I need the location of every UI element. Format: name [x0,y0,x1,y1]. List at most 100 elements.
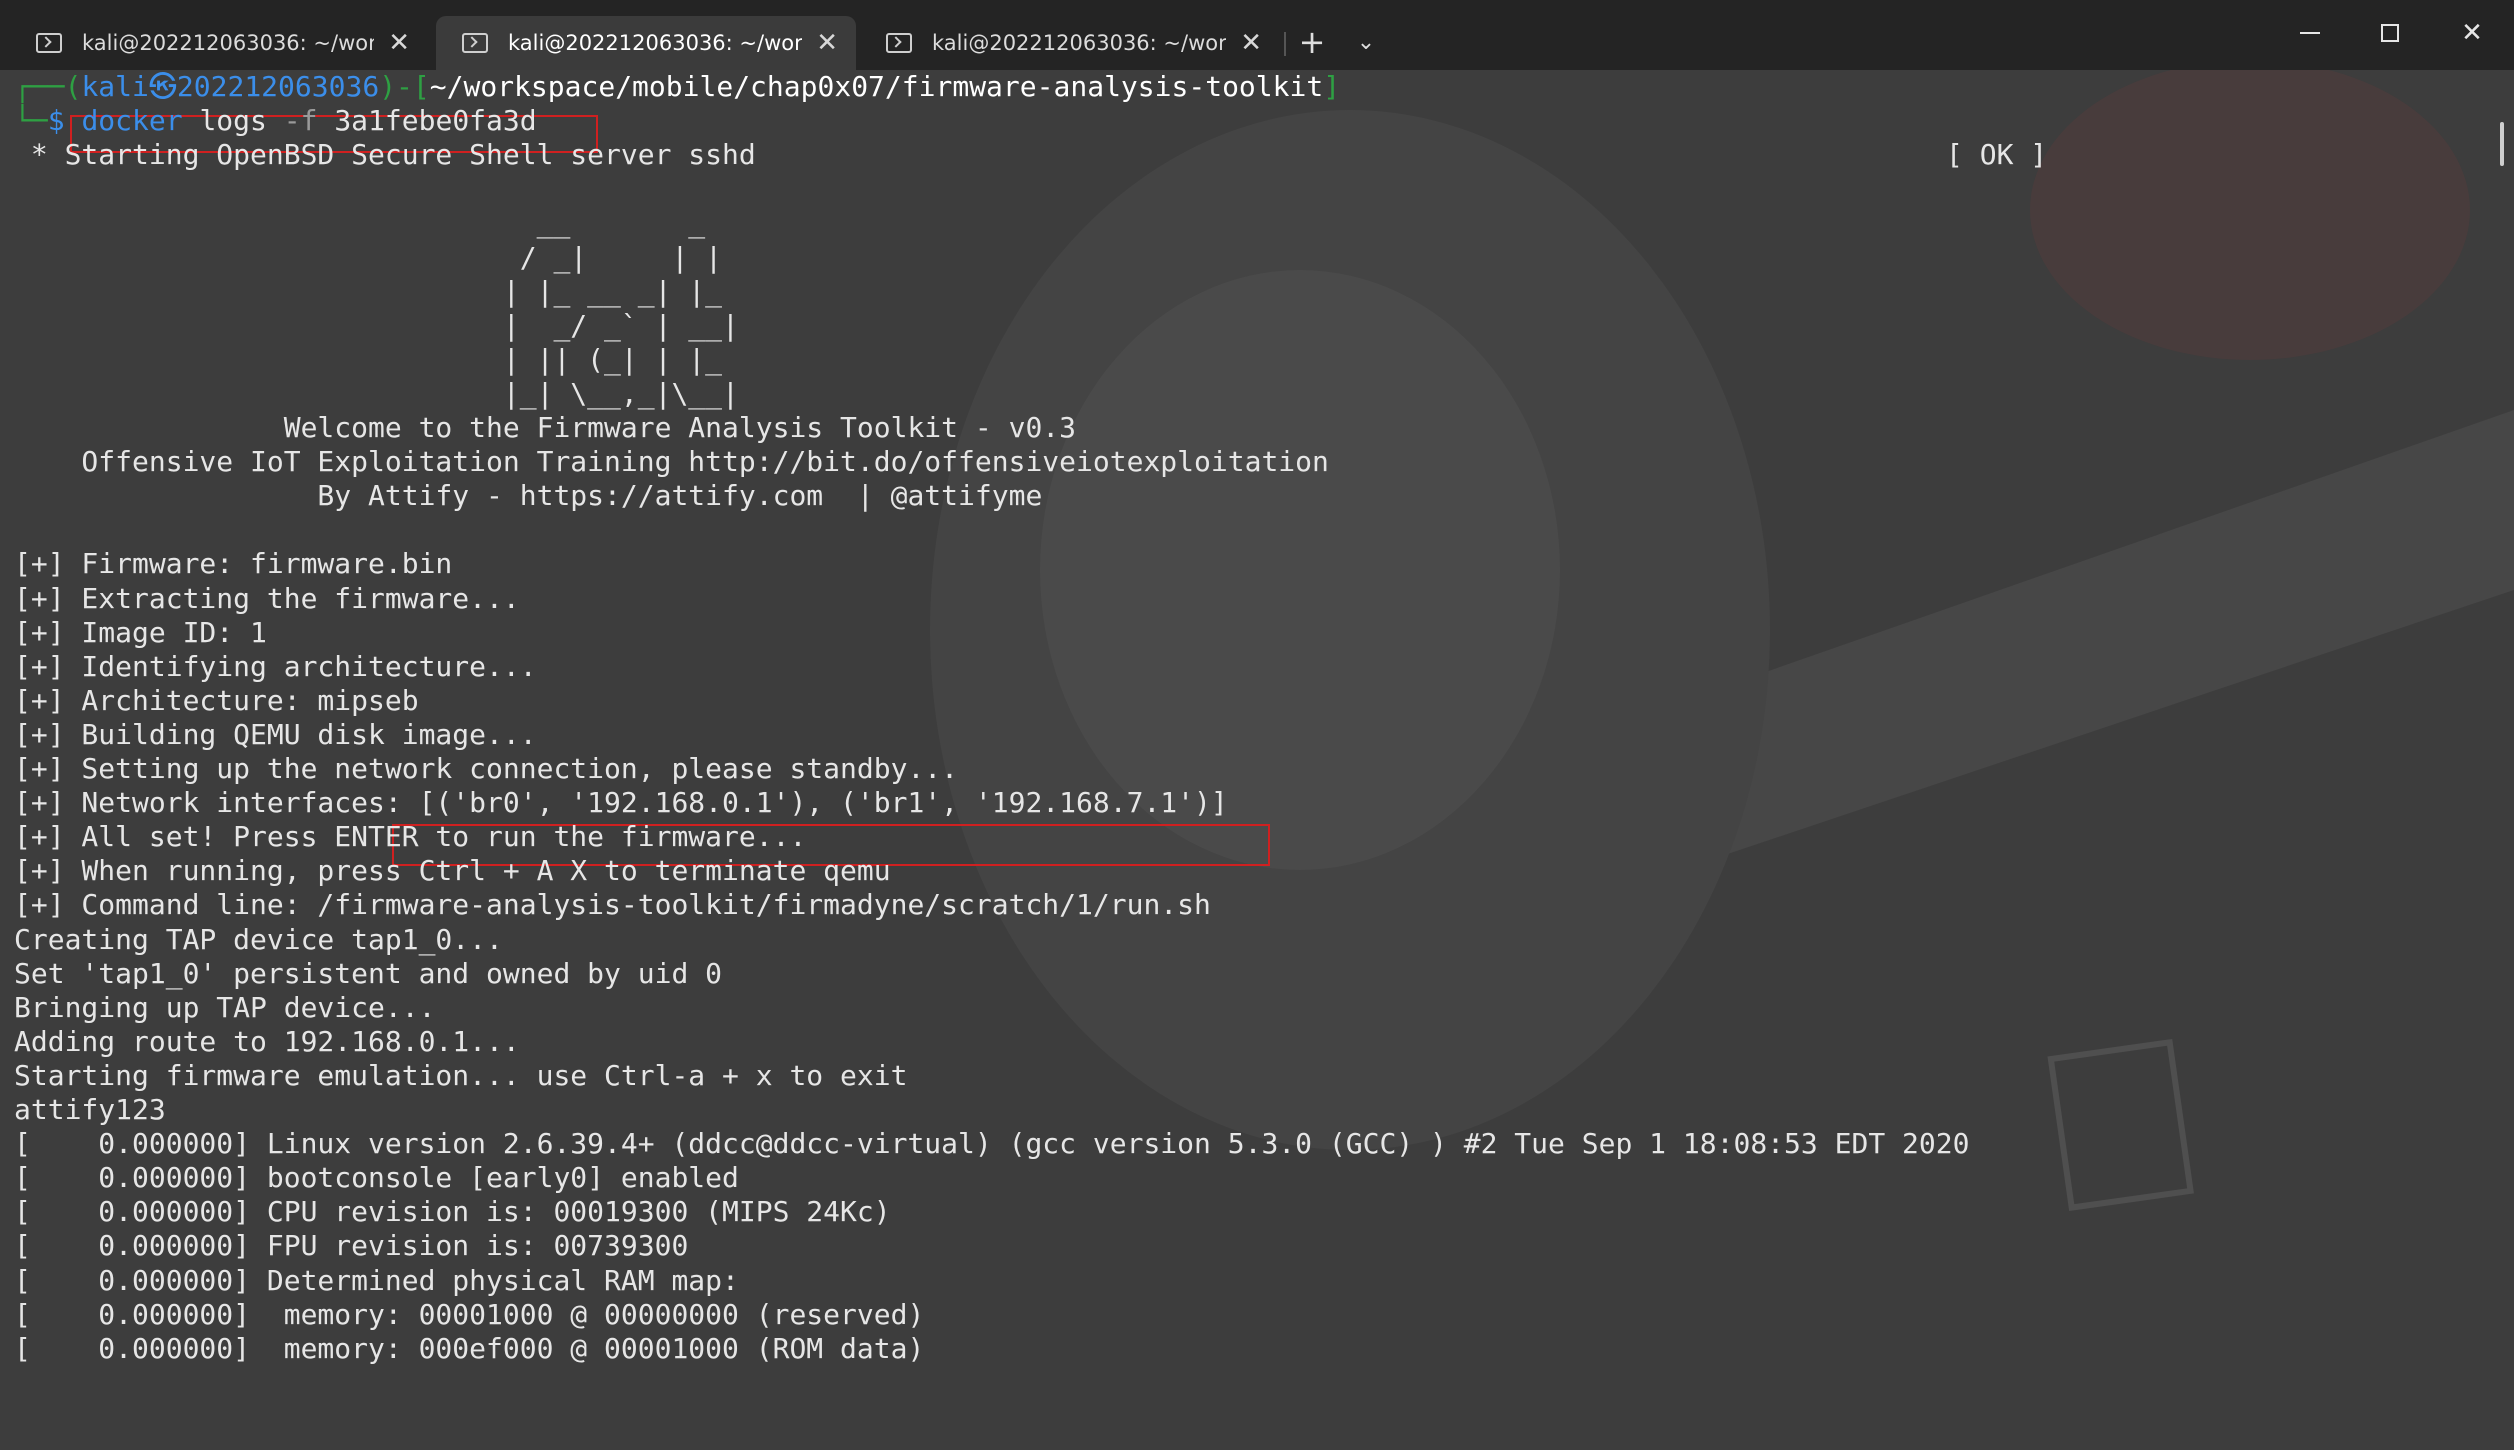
log-line: [ 0.000000] bootconsole [early0] enabled [14,1161,739,1195]
prompt-host: 202212063036 [176,70,380,103]
sshd-message: * Starting OpenBSD Secure Shell server s… [14,138,756,172]
prompt-path: ~/workspace/mobile/chap0x07/firmware-ana… [429,70,1324,103]
log-text: [+] Architecture: mipseb [14,683,419,717]
log-line: [ 0.000000] FPU revision is: 00739300 [14,1229,688,1263]
ascii-art-text: __ _ [14,206,706,240]
banner-line: By Attify - https://attify.com | @attify… [14,479,1042,513]
log-line: Creating TAP device tap1_0... [14,923,503,957]
sshd-line: * Starting OpenBSD Secure Shell server s… [14,138,756,172]
ascii-art-line: |_| \__,_|\__| [14,377,739,411]
log-text: [+] Network interfaces: [('br0', '192.16… [14,786,1228,820]
log-text: attify123 [14,1093,166,1126]
log-line: [+] Setting up the network connection, p… [14,752,958,786]
log-line: Bringing up TAP device... [14,991,435,1025]
chevron-down-icon[interactable]: ⌄ [1344,18,1388,66]
maximize-icon [2381,24,2399,42]
tab-title: kali@202212063036: ~/worksp [82,31,375,55]
log-line: [+] Architecture: mipseb [14,684,419,718]
log-line: attify123 [14,1093,166,1127]
command-flag: -f [283,104,318,138]
scrollbar-thumb[interactable] [2500,122,2504,166]
tab-divider [1284,32,1286,56]
log-line: [+] Building QEMU disk image... [14,718,537,752]
prompt-line: ┌──(kali㉿202212063036)-[~/workspace/mobi… [14,70,1340,104]
log-line: [+] Image ID: 1 [14,616,267,650]
log-text: [+] Command line: /firmware-analysis-too… [14,888,1211,922]
ascii-art-line: __ _ [14,206,706,240]
log-line: [+] Extracting the firmware... [14,582,520,616]
log-text: [+] All set! Press ENTER to run the firm… [14,820,807,854]
terminal-pane[interactable]: ┌──(kali㉿202212063036)-[~/workspace/mobi… [0,70,2514,1450]
ascii-art-line: | _/ _` | __| [14,309,739,343]
log-text: [ 0.000000] Determined physical RAM map: [14,1263,739,1297]
prompt-bracket: ] [1323,70,1341,103]
log-text: Starting firmware emulation... use Ctrl-… [14,1058,908,1092]
banner-line: Welcome to the Firmware Analysis Toolkit… [14,411,1076,445]
close-window-button[interactable]: ✕ [2432,0,2512,66]
title-bar: kali@202212063036: ~/worksp ✕ kali@20221… [0,0,2514,70]
log-text: [+] Image ID: 1 [14,615,267,649]
tab-3[interactable]: kali@202212063036: ~/worksp ✕ [860,16,1280,70]
tab-1[interactable]: kali@202212063036: ~/worksp ✕ [10,16,428,70]
log-line: [+] Command line: /firmware-analysis-too… [14,888,1211,922]
log-line: [ 0.000000] memory: 000ef000 @ 00001000 … [14,1332,924,1366]
banner-text: Offensive IoT Exploitation Training http… [14,445,1329,479]
log-text: [+] Firmware: firmware.bin [14,547,453,581]
log-line: [+] Firmware: firmware.bin [14,547,452,581]
log-line: [ 0.000000] Determined physical RAM map: [14,1264,739,1298]
ascii-art-text: | |_ __ _| |_ [14,274,723,308]
log-text: [ 0.000000] CPU revision is: 00019300 (M… [14,1195,891,1229]
log-text: [ 0.000000] Linux version 2.6.39.4+ (ddc… [14,1127,1970,1161]
log-line: [ 0.000000] CPU revision is: 00019300 (M… [14,1195,891,1229]
command-name: docker [81,104,183,138]
sshd-status: [ OK ] [1946,138,2048,172]
minimize-button[interactable] [2270,0,2350,66]
prompt-at: ㉿ [148,70,177,103]
close-tab-icon[interactable]: ✕ [816,30,838,56]
log-text: Adding route to 192.168.0.1... [14,1024,520,1058]
banner-line: Offensive IoT Exploitation Training http… [14,445,1329,479]
log-text: [+] Extracting the firmware... [14,581,520,615]
prompt-corner: └─ [14,104,48,138]
log-text: [ 0.000000] bootconsole [early0] enabled [14,1161,739,1195]
log-line: [+] Network interfaces: [('br0', '192.16… [14,786,1228,820]
log-text: [+] Setting up the network connection, p… [14,752,959,785]
prompt-dollar: $ [47,104,65,138]
log-text: [ 0.000000] memory: 000ef000 @ 00001000 … [14,1331,925,1365]
log-text: [+] When running, press Ctrl + A X to te… [14,854,891,888]
log-text: Bringing up TAP device... [14,990,436,1024]
command-args: logs [182,104,284,138]
prompt-separator: )-[ [379,70,430,103]
new-tab-button[interactable]: + [1290,18,1334,66]
maximize-button[interactable] [2350,0,2430,66]
log-line: [+] All set! Press ENTER to run the firm… [14,820,806,854]
prompt-bracket: ┌──( [14,70,82,103]
log-line: [ 0.000000] memory: 00001000 @ 00000000 … [14,1298,924,1332]
log-line: [+] Identifying architecture... [14,650,537,684]
ascii-art-text: / _| | | [14,240,723,274]
command-container-id: 3a1febe0fa3d [317,104,537,138]
minimize-icon [2300,32,2320,34]
tab-title: kali@202212063036: ~/worksp [932,31,1227,55]
log-line: Set 'tap1_0' persistent and owned by uid… [14,957,722,991]
log-line: Starting firmware emulation... use Ctrl-… [14,1059,907,1093]
terminal-icon [36,33,62,53]
ascii-art-text: | _/ _` | __| [14,308,739,342]
log-text: Creating TAP device tap1_0... [14,922,503,956]
close-tab-icon[interactable]: ✕ [388,30,410,56]
banner-text: Welcome to the Firmware Analysis Toolkit… [14,411,1077,444]
ascii-art-line: / _| | | [14,241,722,275]
close-tab-icon[interactable]: ✕ [1240,30,1262,56]
command-line: └─$ docker logs -f 3a1febe0fa3d [14,104,537,138]
terminal-icon [462,33,488,53]
log-text: [+] Identifying architecture... [14,649,537,683]
ascii-art-line: | |_ __ _| |_ [14,275,722,309]
banner-text: By Attify - https://attify.com | @attify… [14,479,1043,513]
log-text: [+] Building QEMU disk image... [14,717,537,751]
ascii-art-line: | || (_| | |_ [14,343,722,377]
prompt-user: kali [81,70,149,103]
tab-title: kali@202212063036: ~/worksp [508,31,803,55]
ascii-art-text: |_| \__,_|\__| [14,376,739,410]
log-line: [ 0.000000] Linux version 2.6.39.4+ (ddc… [14,1127,1969,1161]
tab-2[interactable]: kali@202212063036: ~/worksp ✕ [436,16,856,70]
